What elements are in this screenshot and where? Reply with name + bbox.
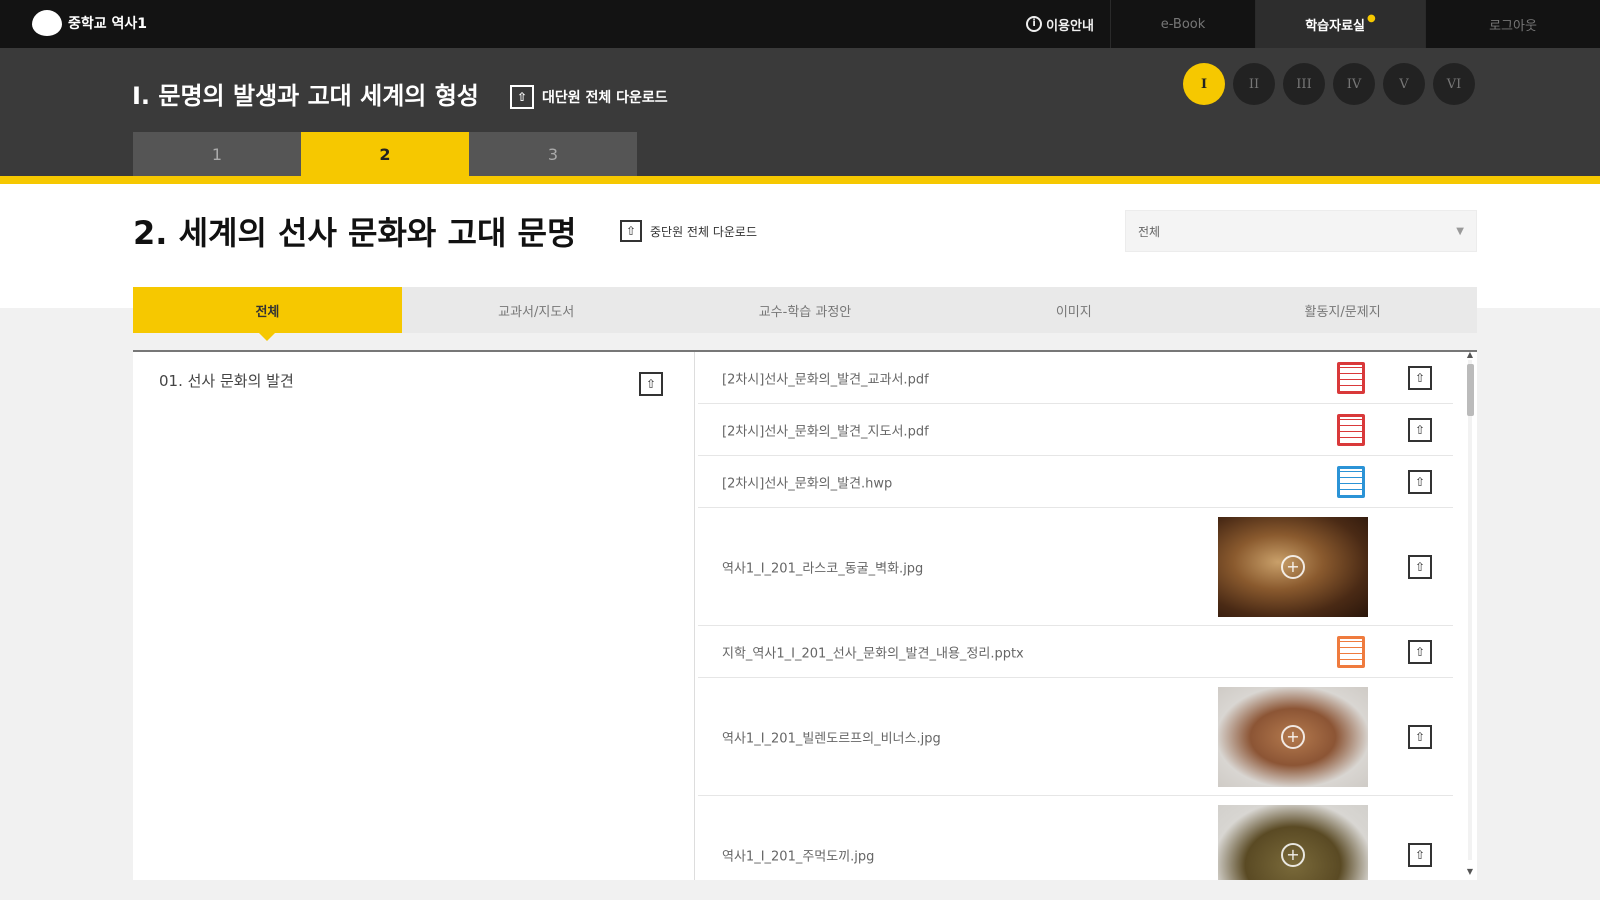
file-name[interactable]: [2차시]선사_문화의_발견.hwp — [722, 472, 892, 491]
file-name[interactable]: [2차시]선사_문화의_발견_교과서.pdf — [722, 368, 929, 387]
list-item: 역사1_Ⅰ_201_빌렌도르프의_비너스.jpg + ⇧ — [698, 678, 1453, 796]
list-item: [2차시]선사_문화의_발견_교과서.pdf ⇧ — [698, 352, 1453, 404]
unit-download-label: 대단원 전체 다운로드 — [542, 90, 668, 106]
chapter-tab-2[interactable]: 2 — [301, 132, 469, 176]
tab-lesson-plan[interactable]: 교수-학습 과정안 — [671, 287, 940, 333]
file-download-button[interactable]: ⇧ — [1408, 469, 1432, 494]
section-title: 2. 세계의 선사 문화와 고대 문명 — [133, 214, 577, 252]
logo-text: 중학교 역사1 — [68, 16, 148, 32]
download-icon: ⇧ — [1408, 724, 1432, 749]
unit-circle-4[interactable]: IV — [1333, 63, 1375, 105]
file-list: [2차시]선사_문화의_발견_교과서.pdf ⇧ [2차시]선사_문화의_발견_… — [698, 352, 1453, 880]
materials-label: 학습자료실 — [1305, 18, 1366, 34]
file-name[interactable]: 지학_역사1_Ⅰ_201_선사_문화의_발견_내용_정리.pptx — [722, 642, 1024, 661]
unit-header: I. 문명의 발생과 고대 세계의 형성 ⇧ 대단원 전체 다운로드 I II … — [0, 48, 1600, 176]
guide-link[interactable]: i 이용안내 — [1010, 0, 1110, 48]
chapter-tab-1[interactable]: 1 — [133, 132, 301, 176]
guide-label: 이용안내 — [1046, 18, 1094, 34]
tab-worksheets[interactable]: 활동지/문제지 — [1208, 287, 1477, 333]
lesson-title[interactable]: 01. 선사 문화의 발견 — [159, 370, 294, 391]
unit-selector: I II III IV V VI — [1183, 63, 1475, 105]
download-icon: ⇧ — [620, 220, 642, 242]
unit-circle-6[interactable]: VI — [1433, 63, 1475, 105]
category-tabs: 전체 교과서/지도서 교수-학습 과정안 이미지 활동지/문제지 — [133, 287, 1477, 341]
download-icon: ⇧ — [510, 85, 534, 109]
tab-textbook-guide[interactable]: 교과서/지도서 — [402, 287, 671, 333]
file-name[interactable]: 역사1_Ⅰ_201_빌렌도르프의_비너스.jpg — [722, 727, 941, 746]
file-download-button[interactable]: ⇧ — [1408, 365, 1432, 390]
filter-value: 전체 — [1138, 224, 1161, 239]
new-dot-icon: ● — [1367, 12, 1376, 24]
pptx-file-icon — [1334, 634, 1368, 669]
download-icon: ⇧ — [1408, 842, 1432, 867]
scroll-track — [1468, 360, 1472, 860]
top-bar: 중학교 역사1 i 이용안내 e-Book 학습자료실 ● 로그아웃 — [0, 0, 1600, 48]
list-item: 지학_역사1_Ⅰ_201_선사_문화의_발견_내용_정리.pptx ⇧ — [698, 626, 1453, 678]
lesson-download-button[interactable]: ⇧ — [639, 372, 663, 396]
image-thumbnail[interactable]: + — [1218, 804, 1368, 880]
lesson-list: 01. 선사 문화의 발견 ⇧ — [133, 352, 695, 880]
zoom-in-icon: + — [1281, 842, 1305, 867]
accent-divider — [0, 176, 1600, 184]
ebook-link[interactable]: e-Book — [1110, 0, 1255, 48]
list-item: [2차시]선사_문화의_발견.hwp ⇧ — [698, 456, 1453, 508]
section-download-label: 중단원 전체 다운로드 — [650, 224, 757, 239]
download-icon: ⇧ — [1408, 469, 1432, 494]
download-icon: ⇧ — [1408, 639, 1432, 664]
list-item: [2차시]선사_문화의_발견_지도서.pdf ⇧ — [698, 404, 1453, 456]
scroll-thumb[interactable] — [1467, 364, 1474, 416]
file-name[interactable]: 역사1_Ⅰ_201_주먹도끼.jpg — [722, 845, 874, 864]
zoom-in-icon: + — [1281, 554, 1305, 579]
file-name[interactable]: [2차시]선사_문화의_발견_지도서.pdf — [722, 420, 929, 439]
unit-circle-1[interactable]: I — [1183, 63, 1225, 105]
file-download-button[interactable]: ⇧ — [1408, 417, 1432, 442]
pdf-file-icon — [1334, 360, 1368, 395]
top-nav: i 이용안내 e-Book 학습자료실 ● 로그아웃 — [1010, 0, 1600, 48]
file-download-button[interactable]: ⇧ — [1408, 554, 1432, 579]
unit-circle-3[interactable]: III — [1283, 63, 1325, 105]
file-download-button[interactable]: ⇧ — [1408, 842, 1432, 867]
app-logo[interactable]: 중학교 역사1 — [32, 10, 147, 36]
unit-circle-2[interactable]: II — [1233, 63, 1275, 105]
hwp-file-icon — [1334, 464, 1368, 499]
materials-panel: 01. 선사 문화의 발견 ⇧ [2차시]선사_문화의_발견_교과서.pdf ⇧… — [133, 350, 1477, 880]
list-item: 역사1_Ⅰ_201_주먹도끼.jpg + ⇧ — [698, 796, 1453, 880]
materials-link[interactable]: 학습자료실 ● — [1255, 0, 1425, 48]
filter-select[interactable]: 전체 ▼ — [1125, 210, 1477, 252]
chapter-tab-3[interactable]: 3 — [469, 132, 637, 176]
file-list-scrollbar[interactable]: ▲ ▼ — [1465, 352, 1475, 880]
image-thumbnail[interactable]: + — [1218, 516, 1368, 617]
logout-link[interactable]: 로그아웃 — [1425, 0, 1600, 48]
section-download-button[interactable]: ⇧ 중단원 전체 다운로드 — [620, 220, 757, 242]
file-download-button[interactable]: ⇧ — [1408, 639, 1432, 664]
info-icon: i — [1026, 16, 1043, 32]
tab-all[interactable]: 전체 — [133, 287, 402, 341]
chevron-down-icon: ▼ — [1456, 225, 1464, 237]
pdf-file-icon — [1334, 412, 1368, 447]
file-name[interactable]: 역사1_Ⅰ_201_라스코_동굴_벽화.jpg — [722, 557, 923, 576]
scroll-up-icon[interactable]: ▲ — [1465, 352, 1475, 359]
chapter-tabs: 1 2 3 — [133, 132, 637, 176]
tab-images[interactable]: 이미지 — [939, 287, 1208, 333]
download-icon: ⇧ — [1408, 365, 1432, 390]
unit-download-button[interactable]: ⇧ 대단원 전체 다운로드 — [510, 85, 668, 109]
image-thumbnail[interactable]: + — [1218, 686, 1368, 787]
logo-icon — [32, 10, 62, 36]
download-icon: ⇧ — [639, 372, 663, 396]
zoom-in-icon: + — [1281, 724, 1305, 749]
unit-title: I. 문명의 발생과 고대 세계의 형성 — [132, 82, 479, 110]
file-download-button[interactable]: ⇧ — [1408, 724, 1432, 749]
scroll-down-icon[interactable]: ▼ — [1465, 867, 1475, 876]
list-item: 역사1_Ⅰ_201_라스코_동굴_벽화.jpg + ⇧ — [698, 508, 1453, 626]
download-icon: ⇧ — [1408, 417, 1432, 442]
download-icon: ⇧ — [1408, 554, 1432, 579]
unit-circle-5[interactable]: V — [1383, 63, 1425, 105]
